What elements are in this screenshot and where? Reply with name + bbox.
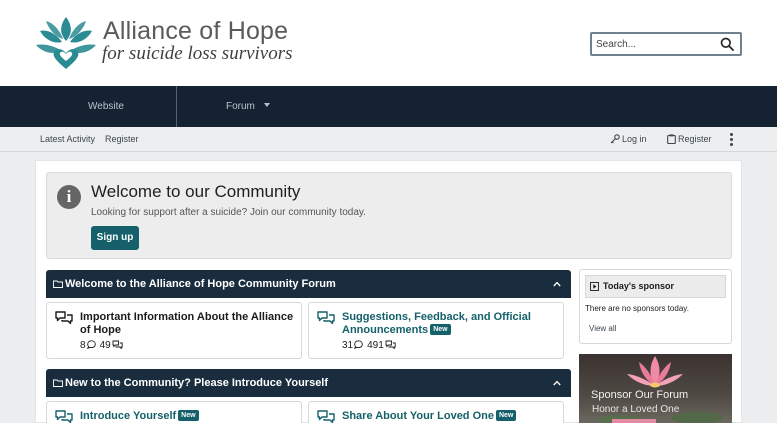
sponsor-title: Today's sponsor <box>603 281 674 291</box>
lotus-heart-icon[interactable] <box>36 15 96 71</box>
folder-icon <box>53 280 63 288</box>
chat-bubbles-icon <box>55 410 73 423</box>
comment-icon <box>86 340 96 350</box>
no-sponsors-text: There are no sponsors today. <box>585 304 689 313</box>
chat-bubbles-icon <box>317 311 335 325</box>
comments-icon <box>112 340 123 350</box>
view-all-link[interactable]: View all <box>589 324 616 333</box>
chevron-up-icon[interactable] <box>553 281 561 287</box>
category-title[interactable]: New to the Community? Please Introduce Y… <box>65 369 328 397</box>
sponsor-header: Today's sponsor <box>585 275 726 298</box>
site-header: Alliance of Hope for suicide loss surviv… <box>0 0 777 86</box>
site-tagline: for suicide loss survivors <box>102 43 293 64</box>
thread-count: 31 <box>342 340 354 351</box>
notice-title: Welcome to our Community <box>91 182 301 201</box>
forum-title-text[interactable]: Introduce Yourself <box>80 410 176 422</box>
forum-title[interactable]: Introduce Yourself New <box>80 409 302 423</box>
main-content: i Welcome to our Community Looking for s… <box>35 160 742 423</box>
forum-title[interactable]: Share About Your Loved One New <box>342 409 564 423</box>
promo-subtitle: Honor a Loved One <box>592 404 680 415</box>
forum-card[interactable]: Suggestions, Feedback, and Official Anno… <box>308 302 564 359</box>
search-box[interactable] <box>590 32 742 56</box>
nav-divider <box>176 86 177 127</box>
login-link[interactable]: Log in <box>610 127 647 152</box>
more-options-icon[interactable] <box>727 133 735 147</box>
latest-activity-link[interactable]: Latest Activity <box>40 127 95 152</box>
message-count: 491 <box>367 340 384 351</box>
forum-title-text[interactable]: Important Information About the Alliance… <box>80 311 293 336</box>
forum-title-text[interactable]: Share About Your Loved One <box>342 410 494 422</box>
thread-count: 8 <box>80 340 86 351</box>
welcome-notice: i Welcome to our Community Looking for s… <box>46 172 732 259</box>
new-badge: New <box>178 409 199 421</box>
forum-stats: 31 491 <box>342 340 400 351</box>
tab-website-label: Website <box>88 101 124 112</box>
search-icon[interactable] <box>720 37 734 51</box>
sponsor-widget: Today's sponsor There are no sponsors to… <box>579 269 732 344</box>
tab-forum[interactable]: Forum <box>226 86 270 127</box>
login-label: Log in <box>622 134 647 144</box>
category-title[interactable]: Welcome to the Alliance of Hope Communit… <box>65 270 336 298</box>
sub-nav: Latest Activity Register Log in Register <box>0 127 777 152</box>
register-sub-link[interactable]: Register <box>105 127 139 152</box>
chevron-down-icon[interactable] <box>263 103 270 108</box>
category-header[interactable]: New to the Community? Please Introduce Y… <box>46 369 571 397</box>
main-nav: Website Forum <box>0 86 777 127</box>
site-title[interactable]: Alliance of Hope <box>103 17 288 46</box>
register-link[interactable]: Register <box>667 127 712 152</box>
info-icon: i <box>57 185 81 209</box>
forum-card[interactable]: Share About Your Loved One New <box>308 401 564 423</box>
promo-title[interactable]: Sponsor Our Forum <box>591 389 688 401</box>
sponsor-promo-banner[interactable]: Sponsor Our Forum Honor a Loved One <box>579 354 732 423</box>
chat-bubbles-icon <box>55 311 73 325</box>
chevron-up-icon[interactable] <box>553 380 561 386</box>
clipboard-icon <box>667 134 676 144</box>
forum-title[interactable]: Suggestions, Feedback, and Official Anno… <box>342 311 564 337</box>
forum-card[interactable]: Important Information About the Alliance… <box>46 302 302 359</box>
forum-stats: 8 49 <box>80 340 127 351</box>
notice-text: Looking for support after a suicide? Joi… <box>91 207 366 218</box>
search-input[interactable] <box>596 36 716 53</box>
folder-icon <box>53 379 63 387</box>
category-header[interactable]: Welcome to the Alliance of Hope Communit… <box>46 270 571 298</box>
comment-icon <box>354 340 363 350</box>
chat-bubbles-icon <box>317 410 335 423</box>
forum-card[interactable]: Introduce Yourself New <box>46 401 302 423</box>
register-label: Register <box>678 134 712 144</box>
signup-button[interactable]: Sign up <box>91 226 139 250</box>
forum-title[interactable]: Important Information About the Alliance… <box>80 311 302 337</box>
comments-icon <box>385 340 396 350</box>
new-badge: New <box>495 409 517 421</box>
key-icon <box>610 133 620 144</box>
tab-website[interactable]: Website <box>88 86 124 127</box>
new-badge: New <box>430 323 451 335</box>
message-count: 49 <box>99 340 111 351</box>
tab-forum-label: Forum <box>226 101 255 112</box>
play-square-icon <box>590 282 599 291</box>
